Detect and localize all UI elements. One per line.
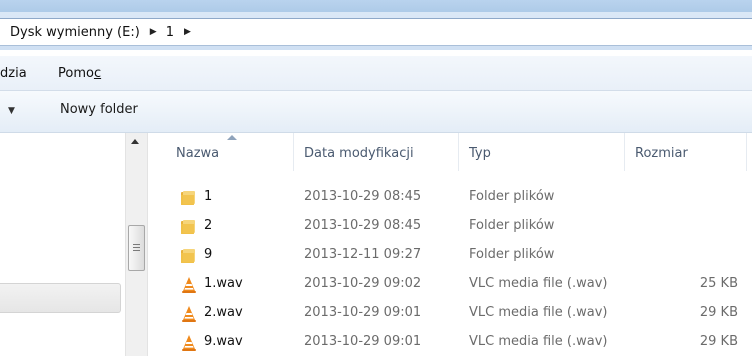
folder-icon <box>180 218 198 236</box>
file-date: 2013-10-29 09:01 <box>304 334 422 349</box>
menu-bar: dzia Pomoc <box>0 56 752 91</box>
breadcrumb-arrow-icon[interactable]: ▶ <box>174 27 200 37</box>
file-list: Nazwa Data modyfikacji Typ Rozmiar 1 2013… <box>150 133 752 356</box>
menu-help[interactable]: Pomoc <box>58 66 101 81</box>
column-header-size[interactable]: Rozmiar <box>635 146 688 161</box>
file-row[interactable]: 9 2013-12-11 09:27 Folder plików <box>150 244 752 268</box>
file-size: 29 KB <box>699 334 738 349</box>
menu-help-label: Pomo <box>58 66 94 81</box>
file-type: Folder plików <box>469 218 555 233</box>
column-header-date[interactable]: Data modyfikacji <box>304 146 414 161</box>
grip-line <box>133 250 140 251</box>
file-type: VLC media file (.wav) <box>469 305 608 320</box>
menu-help-accelerator: c <box>93 66 102 81</box>
file-name: 2 <box>204 218 213 233</box>
column-divider[interactable] <box>746 133 747 171</box>
vlc-icon <box>180 334 198 352</box>
file-row[interactable]: 2 2013-10-29 08:45 Folder plików <box>150 215 752 239</box>
nav-selected-item[interactable] <box>0 283 121 313</box>
file-name: 2.wav <box>204 305 243 320</box>
file-name: 9 <box>204 247 213 262</box>
file-date: 2013-12-11 09:27 <box>304 247 422 262</box>
nav-scrollbar[interactable] <box>125 133 148 356</box>
breadcrumb-folder[interactable]: 1 <box>166 25 174 40</box>
command-bar: ▼ Nowy folder <box>0 91 752 133</box>
file-type: Folder plików <box>469 247 555 262</box>
column-divider[interactable] <box>624 133 625 171</box>
breadcrumb-drive[interactable]: Dysk wymienny (E:) <box>10 25 140 40</box>
file-date: 2013-10-29 08:45 <box>304 189 422 204</box>
organize-dropdown-arrow-icon[interactable]: ▼ <box>8 106 15 116</box>
folder-icon <box>180 189 198 207</box>
scroll-up-arrow-icon[interactable] <box>131 139 139 144</box>
window-top-strip <box>0 0 752 12</box>
grip-line <box>133 244 140 245</box>
file-size: 29 KB <box>699 305 738 320</box>
address-bar[interactable]: Dysk wymienny (E:) ▶ 1 ▶ <box>0 18 752 46</box>
file-row[interactable]: 1.wav 2013-10-29 09:02 VLC media file (.wa… <box>150 273 752 297</box>
menu-tools[interactable]: dzia <box>0 66 27 81</box>
file-row[interactable]: 2.wav 2013-10-29 09:01 VLC media file (.wa… <box>150 302 752 326</box>
column-header-type[interactable]: Typ <box>469 146 491 161</box>
file-type: VLC media file (.wav) <box>469 334 608 349</box>
column-header-name[interactable]: Nazwa <box>176 146 219 161</box>
file-type: Folder plików <box>469 189 555 204</box>
column-name-label: Nazwa <box>176 146 220 161</box>
breadcrumb: Dysk wymienny (E:) ▶ 1 ▶ <box>0 19 200 45</box>
file-type: VLC media file (.wav) <box>469 276 608 291</box>
file-name: 1.wav <box>204 276 243 291</box>
vlc-icon <box>180 276 198 294</box>
scroll-thumb[interactable] <box>128 225 145 271</box>
file-date: 2013-10-29 09:02 <box>304 276 422 291</box>
file-row[interactable]: 9.wav 2013-10-29 09:01 VLC media file (.wa… <box>150 331 752 355</box>
file-date: 2013-10-29 09:01 <box>304 305 422 320</box>
new-folder-button[interactable]: Nowy folder <box>60 102 138 117</box>
column-divider[interactable] <box>458 133 459 171</box>
file-name: 9.wav <box>204 334 243 349</box>
breadcrumb-arrow-icon[interactable]: ▶ <box>140 27 166 37</box>
file-name: 1 <box>204 189 213 204</box>
file-size: 25 KB <box>699 276 738 291</box>
column-divider[interactable] <box>293 133 294 171</box>
grip-line <box>133 247 140 248</box>
file-row[interactable]: 1 2013-10-29 08:45 Folder plików <box>150 186 752 210</box>
file-date: 2013-10-29 08:45 <box>304 218 422 233</box>
address-bar-area: Dysk wymienny (E:) ▶ 1 ▶ <box>0 12 752 50</box>
folder-icon <box>180 247 198 265</box>
vlc-icon <box>180 305 198 323</box>
sort-ascending-icon <box>227 135 237 140</box>
